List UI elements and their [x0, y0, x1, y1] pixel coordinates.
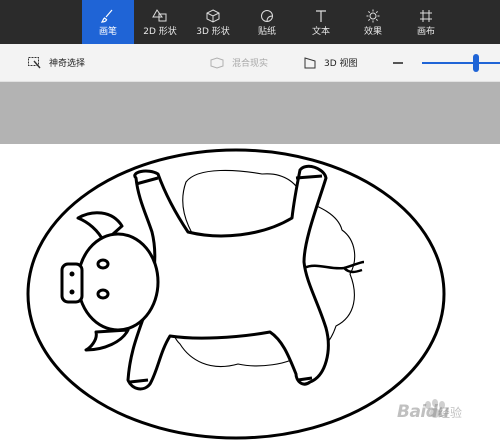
watermark-suffix: 经验 — [438, 406, 463, 420]
tab-label: 画布 — [416, 27, 435, 37]
zoom-slider-thumb[interactable] — [473, 54, 479, 72]
tab-label: 贴纸 — [257, 27, 276, 37]
brush-icon — [82, 9, 134, 23]
tab-label: 画笔 — [98, 27, 117, 37]
tab-brushes[interactable]: 画笔 — [82, 0, 134, 44]
tab-text[interactable]: 文本 — [295, 0, 347, 44]
3d-view-icon — [304, 56, 316, 68]
mixed-reality-icon — [210, 56, 224, 69]
mixed-reality-button[interactable]: 混合现实 — [210, 44, 268, 81]
minus-icon[interactable] — [393, 62, 403, 64]
tab-label: 效果 — [363, 27, 382, 37]
effects-icon — [347, 9, 399, 23]
workspace-background — [0, 82, 500, 144]
top-toolbar: 画笔 2D 形状 3D 形状 贴纸 文本 效果 画布 — [0, 0, 500, 44]
tab-2d-shapes[interactable]: 2D 形状 — [134, 0, 186, 44]
magic-select-button[interactable]: 神奇选择 — [28, 44, 85, 81]
3d-view-label: 3D 视图 — [324, 59, 358, 69]
tab-effects[interactable]: 效果 — [347, 0, 399, 44]
canvas-icon — [400, 9, 452, 23]
sticker-icon — [241, 9, 293, 23]
2d-shapes-icon — [134, 9, 186, 23]
text-icon — [295, 9, 347, 23]
tab-label: 文本 — [311, 27, 330, 37]
tab-3d-shapes[interactable]: 3D 形状 — [187, 0, 239, 44]
magic-select-icon — [28, 56, 41, 68]
tab-label: 3D 形状 — [196, 27, 230, 37]
zoom-slider-track[interactable] — [422, 62, 500, 64]
tab-canvas[interactable]: 画布 — [400, 0, 452, 44]
magic-select-label: 神奇选择 — [49, 59, 86, 69]
3d-view-button[interactable]: 3D 视图 — [304, 44, 358, 81]
3d-shapes-icon — [187, 9, 239, 23]
mixed-reality-label: 混合现实 — [232, 59, 269, 69]
tab-stickers[interactable]: 贴纸 — [241, 0, 293, 44]
tab-label: 2D 形状 — [143, 27, 177, 37]
